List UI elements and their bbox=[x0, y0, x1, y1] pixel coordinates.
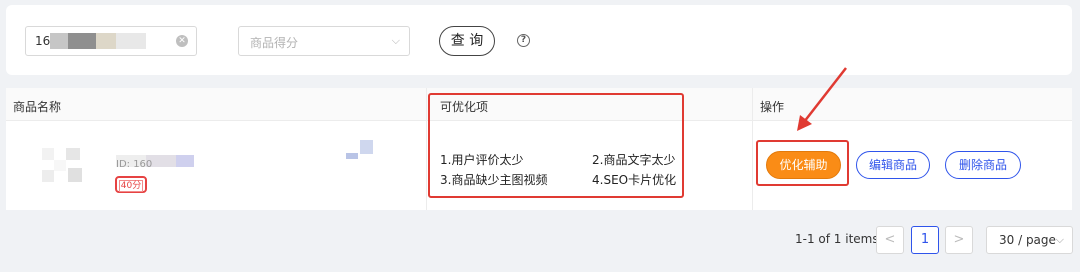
chevron-down-icon: ⌵ bbox=[1055, 233, 1064, 246]
page-1-button[interactable]: 1 bbox=[911, 226, 939, 254]
page-size-label: 30 / page bbox=[999, 233, 1056, 247]
prev-page-button[interactable]: < bbox=[876, 226, 904, 254]
pagination-summary: 1-1 of 1 items bbox=[795, 232, 879, 246]
next-page-button[interactable]: > bbox=[945, 226, 973, 254]
page-size-select[interactable]: 30 / page ⌵ bbox=[986, 226, 1073, 254]
